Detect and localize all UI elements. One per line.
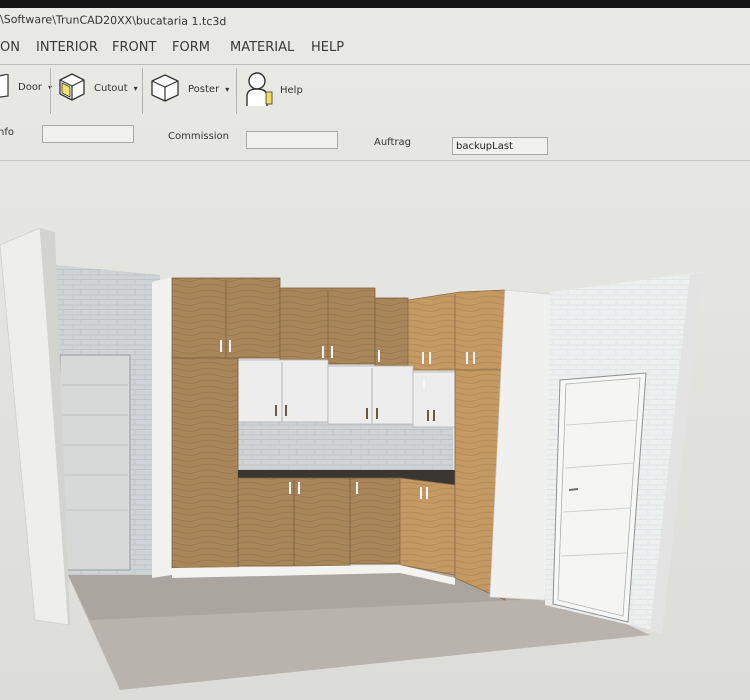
3d-viewport[interactable] [0, 180, 750, 700]
auftrag-label: Auftrag [374, 137, 412, 148]
menu-on[interactable]: ON [0, 40, 20, 55]
white-cabinet-3 [412, 371, 459, 428]
poster-label: Poster [188, 84, 220, 95]
upper-cabinet-2 [279, 287, 376, 365]
commission-field[interactable] [246, 131, 338, 149]
white-cabinet-2 [327, 365, 414, 425]
poster-icon [148, 72, 182, 107]
ribbon-separator [50, 68, 51, 114]
tall-cabinet [171, 357, 239, 569]
door-handle [568, 488, 579, 491]
title-bar: \Software\TrunCAD20XX\bucataria 1.tc3d [0, 10, 750, 32]
monitor-bezel [0, 0, 750, 8]
help-button[interactable]: Help [244, 70, 303, 111]
divider [0, 160, 750, 161]
info-field[interactable] [42, 125, 134, 143]
door-label: Door [18, 82, 43, 93]
ribbon-separator [142, 68, 143, 114]
menu-bar: ON INTERIOR FRONT FORM MATERIAL HELP [0, 36, 750, 62]
help-label: Help [280, 85, 303, 96]
menu-front[interactable]: FRONT [112, 40, 156, 55]
user-help-icon [244, 70, 274, 111]
white-cabinet-1 [237, 359, 329, 423]
info-label: nfo [0, 127, 14, 138]
menu-help[interactable]: HELP [311, 40, 344, 55]
ribbon-separator [236, 68, 237, 114]
cutout-label: Cutout [94, 83, 128, 94]
menu-interior[interactable]: INTERIOR [36, 40, 98, 55]
auftrag-field[interactable] [452, 137, 548, 155]
backsplash [238, 420, 453, 475]
app-window: \Software\TrunCAD20XX\bucataria 1.tc3d O… [0, 0, 750, 700]
cutout-button[interactable]: Cutout ▾ [56, 72, 138, 105]
left-door [59, 354, 131, 571]
menu-form[interactable]: FORM [172, 40, 210, 55]
menu-material[interactable]: MATERIAL [230, 40, 294, 55]
door-icon [0, 73, 12, 101]
column-left [152, 277, 172, 578]
door-button[interactable]: Door ▾ [0, 73, 52, 101]
window-title: \Software\TrunCAD20XX\bucataria 1.tc3d [0, 12, 227, 29]
chevron-down-icon: ▾ [225, 85, 230, 94]
cutout-icon [56, 72, 88, 105]
chevron-down-icon: ▾ [133, 84, 138, 93]
commission-label: Commission [168, 131, 230, 142]
poster-button[interactable]: Poster ▾ [148, 72, 229, 107]
